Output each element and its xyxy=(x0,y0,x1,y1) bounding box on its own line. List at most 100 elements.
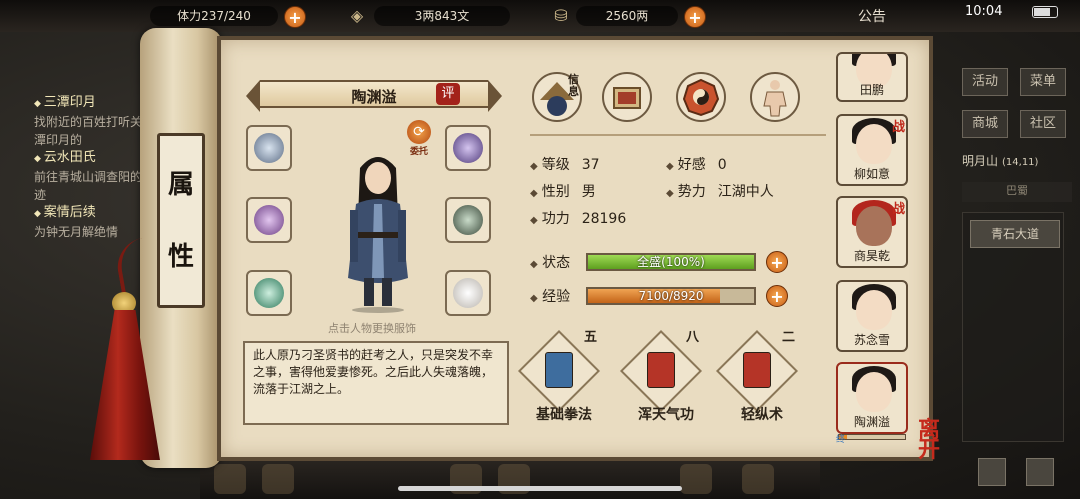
exp-bar: 7100/8920 xyxy=(586,287,756,305)
refresh-icon: ⟳ xyxy=(407,120,431,144)
body-meridian-icon xyxy=(763,80,787,117)
diamond-bullet-icon: ◆ xyxy=(530,188,538,199)
location-name: 明月山 xyxy=(962,154,999,168)
silver-add-button[interactable]: + xyxy=(684,6,706,28)
status-bar-text: 全盛(100%) xyxy=(637,255,705,269)
skill-book-icon xyxy=(647,352,675,388)
bottom-menu-icon[interactable] xyxy=(742,464,774,494)
stat-value: 37 xyxy=(581,157,600,173)
quest-title: 案情后续 xyxy=(34,204,154,223)
companion-face xyxy=(856,372,892,412)
companion-card[interactable]: 田鹏 xyxy=(836,52,908,102)
companion-name: 柳如意 xyxy=(853,167,890,181)
exp-add-button[interactable]: + xyxy=(766,285,788,307)
equip-slot-armor[interactable] xyxy=(445,197,491,243)
equip-slot-pendant[interactable] xyxy=(445,270,491,316)
destination-qingshi-road[interactable]: 青石大道 xyxy=(970,220,1060,248)
hero-portrait[interactable] xyxy=(338,148,418,313)
section-divider xyxy=(530,134,826,136)
stamina-display: 体力237/240 xyxy=(150,6,278,26)
stat-level: ◆ 等级 37 xyxy=(530,154,600,174)
bagua-icon xyxy=(682,78,720,117)
exp-label-text: 经验 xyxy=(542,289,571,305)
companion-card-selected[interactable]: 陶渊溢 xyxy=(836,362,908,434)
stat-label: 等级 xyxy=(541,157,570,173)
status-row: ◆ 状态 全盛(100%) + xyxy=(530,251,790,273)
quest-tracker[interactable]: 三潭印月 找附近的百姓打听关三潭印月的 云水田氏 前往青城山调查阳的踪迹 案情后… xyxy=(34,94,154,241)
companion-name: 商昊乾 xyxy=(853,249,890,263)
companion-bar-label: 终 xyxy=(836,435,846,445)
equip-slot-bracer[interactable] xyxy=(246,125,292,171)
equip-slot-helmet[interactable] xyxy=(246,197,292,243)
quest-desc: 为钟无月解绝情 xyxy=(34,225,119,239)
diamond-bullet-icon: ◆ xyxy=(530,215,538,226)
leave-button[interactable]: 离开 xyxy=(918,419,954,461)
shop-button[interactable]: 商城 xyxy=(962,110,1008,138)
equip-slot-ring[interactable] xyxy=(246,270,292,316)
side-button[interactable] xyxy=(1026,458,1054,486)
bracer-icon xyxy=(254,133,284,163)
skill-slot[interactable]: 二 轻纵术 xyxy=(715,329,808,430)
ring-icon xyxy=(254,278,284,308)
helmet-icon xyxy=(254,205,284,235)
menu-button[interactable]: 菜单 xyxy=(1020,68,1066,96)
pendant-icon xyxy=(453,278,483,308)
stat-label: 好感 xyxy=(677,157,706,173)
diamond-bullet-icon: ◆ xyxy=(666,161,674,172)
stat-label: 性别 xyxy=(541,184,570,200)
quest-title: 三潭印月 xyxy=(34,94,154,113)
notice-button[interactable]: 公告 xyxy=(858,6,886,26)
battery-icon xyxy=(1032,6,1058,18)
bottom-menu-icon[interactable] xyxy=(214,464,246,494)
skill-level: 五 xyxy=(584,330,598,345)
stat-faction: ◆ 势力 江湖中人 xyxy=(666,181,774,201)
companion-name: 苏念雪 xyxy=(853,333,890,347)
in-battle-tag: 战 xyxy=(892,120,906,135)
bottom-menu-icon[interactable] xyxy=(680,464,712,494)
skill-level: 八 xyxy=(686,330,700,345)
side-button[interactable] xyxy=(978,458,1006,486)
silver-display: 2560两 xyxy=(576,6,678,26)
stat-favor: ◆ 好感 0 xyxy=(666,154,727,174)
companion-face xyxy=(856,206,892,246)
companion-card[interactable]: 苏念雪 xyxy=(836,280,908,352)
stat-value: 28196 xyxy=(581,211,627,227)
silver-ingot-icon: ⛁ xyxy=(554,6,568,25)
diamond-bullet-icon: ◆ xyxy=(530,259,538,270)
status-clock: 10:04 xyxy=(965,4,1003,19)
quest-desc: 找附近的百姓打听关三潭印月的 xyxy=(34,115,155,147)
stat-gender: ◆ 性别男 xyxy=(530,181,596,201)
hero-biography: 此人原乃刁圣贤书的赶考之人，只是突发不幸之事，害得他爱妻惨死。之后此人失魂落魄，… xyxy=(243,341,509,425)
stamina-add-button[interactable]: + xyxy=(284,6,306,28)
seal-char: 性 xyxy=(167,242,194,272)
stat-value: 男 xyxy=(581,184,596,200)
skill-name: 基础拳法 xyxy=(536,407,592,423)
stat-value: 0 xyxy=(717,157,727,173)
skill-slot[interactable]: 五 基础拳法 xyxy=(517,329,610,430)
tab-bagua[interactable] xyxy=(676,72,726,122)
tab-scroll[interactable] xyxy=(602,72,652,122)
community-button[interactable]: 社区 xyxy=(1020,110,1066,138)
skill-level: 二 xyxy=(782,330,796,345)
status-add-button[interactable]: + xyxy=(766,251,788,273)
companion-face xyxy=(856,124,892,164)
tab-body[interactable] xyxy=(750,72,800,122)
equip-slot-belt[interactable] xyxy=(445,125,491,171)
location-coords: (14,11) xyxy=(1002,157,1039,168)
quest-desc: 前往青城山调查阳的踪迹 xyxy=(34,170,155,202)
armor-icon xyxy=(453,205,483,235)
companion-name: 田鹏 xyxy=(859,83,884,97)
copper-display: 3两843文 xyxy=(374,6,510,26)
stat-label: 势力 xyxy=(677,184,706,200)
change-outfit-hint: 点击人物更换服饰 xyxy=(328,322,416,335)
skill-slot[interactable]: 八 浑天气功 xyxy=(619,329,712,430)
bottom-menu-icon[interactable] xyxy=(262,464,294,494)
diamond-bullet-icon: ◆ xyxy=(530,161,538,172)
diamond-bullet-icon: ◆ xyxy=(530,293,538,304)
skill-book-icon xyxy=(743,352,771,388)
evaluate-button[interactable]: 评 xyxy=(436,83,460,105)
status-label-text: 状态 xyxy=(542,255,571,271)
stat-power: ◆ 功力 28196 xyxy=(530,208,626,228)
attribute-seal: 属 性 xyxy=(157,133,205,308)
activity-button[interactable]: 活动 xyxy=(962,68,1008,96)
